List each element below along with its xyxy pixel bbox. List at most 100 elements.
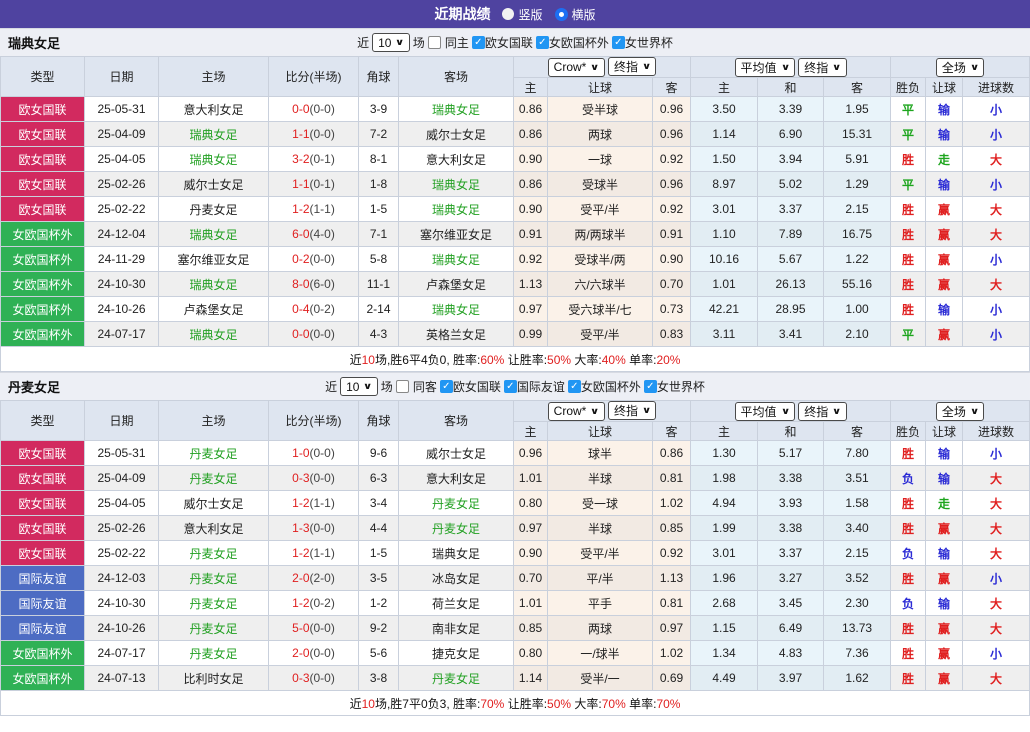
away-team: 意大利女足 — [399, 466, 514, 491]
halftime-score: (0-0) — [310, 252, 335, 266]
spread-period-select[interactable]: 终指∨ — [608, 57, 656, 76]
home-odds: 0.80 — [514, 491, 548, 516]
home-odds: 1.13 — [514, 272, 548, 297]
score: 0-3(0-0) — [269, 666, 359, 691]
sub-header-0-0: 主 — [514, 422, 548, 441]
away-team: 瑞典女足 — [399, 541, 514, 566]
home-team: 卢森堡女足 — [159, 297, 269, 322]
handicap-line: 两/两球半 — [548, 222, 653, 247]
spread-period-select[interactable]: 终指∨ — [608, 401, 656, 420]
avg-away-odds: 2.15 — [824, 541, 891, 566]
average-period-select[interactable]: 终指∨ — [798, 402, 846, 421]
sub-header-2-1: 让球 — [926, 78, 963, 97]
bookmaker-select[interactable]: Crow*∨ — [548, 58, 605, 77]
recent-count-select[interactable]: 10∨ — [340, 377, 378, 396]
avg-draw-odds: 5.67 — [758, 247, 824, 272]
competition-checkbox[interactable]: ✓ — [440, 380, 453, 393]
home-odds: 0.90 — [514, 147, 548, 172]
match-date: 25-04-05 — [85, 147, 159, 172]
sub-header-0-1: 让球 — [548, 78, 653, 97]
summary-segment: 单率: — [626, 353, 657, 367]
avg-away-odds: 16.75 — [824, 222, 891, 247]
competition-checkbox[interactable]: ✓ — [536, 36, 549, 49]
match-date: 24-07-17 — [85, 322, 159, 347]
avg-away-odds: 7.80 — [824, 441, 891, 466]
score: 1-1(0-1) — [269, 172, 359, 197]
same-venue-label: 同主 — [445, 34, 469, 51]
corner-score: 9-2 — [359, 616, 399, 641]
competition-checkbox[interactable]: ✓ — [644, 380, 657, 393]
layout-radio-vertical[interactable]: 竖版 — [502, 6, 542, 23]
score: 1-1(0-0) — [269, 122, 359, 147]
result-outcome: 胜 — [891, 272, 926, 297]
avg-home-odds: 3.11 — [691, 322, 758, 347]
sub-header-2-0: 胜负 — [891, 422, 926, 441]
competition-filter-2[interactable]: ✓女欧国杯外 — [568, 378, 641, 395]
same-venue-checkbox[interactable] — [428, 36, 441, 49]
competition-label: 国际友谊 — [517, 378, 565, 395]
avg-away-odds: 2.30 — [824, 591, 891, 616]
handicap-outcome: 赢 — [926, 641, 963, 666]
same-venue-label: 同客 — [413, 378, 437, 395]
competition-filter-1[interactable]: ✓国际友谊 — [504, 378, 565, 395]
away-team: 瑞典女足 — [399, 247, 514, 272]
type-badge: 欧女国联 — [1, 516, 85, 541]
average-period-select[interactable]: 终指∨ — [798, 58, 846, 77]
fulltime-score: 0-0 — [292, 327, 309, 341]
competition-filter-0[interactable]: ✓欧女国联 — [472, 34, 533, 51]
handicap-outcome: 赢 — [926, 666, 963, 691]
avg-draw-odds: 3.45 — [758, 591, 824, 616]
competition-checkbox[interactable]: ✓ — [568, 380, 581, 393]
competition-filter-0[interactable]: ✓欧女国联 — [440, 378, 501, 395]
handicap-line: 两球 — [548, 616, 653, 641]
same-venue-filter[interactable]: 同客 — [396, 378, 437, 395]
home-odds: 1.01 — [514, 466, 548, 491]
competition-filter-3[interactable]: ✓女世界杯 — [644, 378, 705, 395]
away-team: 冰岛女足 — [399, 566, 514, 591]
result-outcome: 胜 — [891, 666, 926, 691]
competition-checkbox[interactable]: ✓ — [612, 36, 625, 49]
competition-filter-2[interactable]: ✓女世界杯 — [612, 34, 673, 51]
average-select[interactable]: 平均值∨ — [735, 58, 795, 77]
summary-segment: 60% — [480, 353, 504, 367]
handicap-line: 受平/半 — [548, 322, 653, 347]
average-select[interactable]: 平均值∨ — [735, 402, 795, 421]
team-name: 丹麦女足 — [8, 377, 60, 396]
handicap-outcome: 输 — [926, 297, 963, 322]
away-odds: 0.96 — [653, 172, 691, 197]
recent-count-select[interactable]: 10∨ — [372, 33, 410, 52]
bookmaker-select[interactable]: Crow*∨ — [548, 402, 605, 421]
corner-score: 1-8 — [359, 172, 399, 197]
goals-outcome: 大 — [963, 616, 1030, 641]
competition-checkbox[interactable]: ✓ — [504, 380, 517, 393]
away-odds: 0.83 — [653, 322, 691, 347]
competition-checkbox[interactable]: ✓ — [472, 36, 485, 49]
games-label: 场 — [381, 378, 393, 395]
avg-draw-odds: 3.97 — [758, 666, 824, 691]
avg-away-odds: 1.29 — [824, 172, 891, 197]
scope-select[interactable]: 全场∨ — [936, 58, 984, 77]
handicap-line: 两球 — [548, 122, 653, 147]
type-badge: 女欧国杯外 — [1, 641, 85, 666]
scope-select[interactable]: 全场∨ — [936, 402, 984, 421]
avg-away-odds: 2.10 — [824, 322, 891, 347]
corner-score: 8-1 — [359, 147, 399, 172]
sub-header-1-1: 和 — [758, 78, 824, 97]
fulltime-score: 2-0 — [292, 646, 309, 660]
competition-filter-1[interactable]: ✓女欧国杯外 — [536, 34, 609, 51]
match-date: 25-04-09 — [85, 122, 159, 147]
match-row: 国际友谊24-10-30丹麦女足1-2(0-2)1-2荷兰女足1.01平手0.8… — [1, 591, 1030, 616]
layout-radio-horizontal[interactable]: 横版 — [555, 6, 596, 23]
match-row: 女欧国杯外24-12-04瑞典女足6-0(4-0)7-1塞尔维亚女足0.91两/… — [1, 222, 1030, 247]
away-odds: 0.81 — [653, 591, 691, 616]
radio-label-vertical: 竖版 — [518, 6, 542, 23]
avg-home-odds: 1.01 — [691, 272, 758, 297]
handicap-outcome: 走 — [926, 491, 963, 516]
away-team: 塞尔维亚女足 — [399, 222, 514, 247]
match-date: 25-02-26 — [85, 516, 159, 541]
bookmaker-select-value: Crow* — [554, 404, 587, 418]
same-venue-checkbox[interactable] — [396, 380, 409, 393]
same-venue-filter[interactable]: 同主 — [428, 34, 469, 51]
score: 1-0(0-0) — [269, 441, 359, 466]
home-team: 瑞典女足 — [159, 147, 269, 172]
